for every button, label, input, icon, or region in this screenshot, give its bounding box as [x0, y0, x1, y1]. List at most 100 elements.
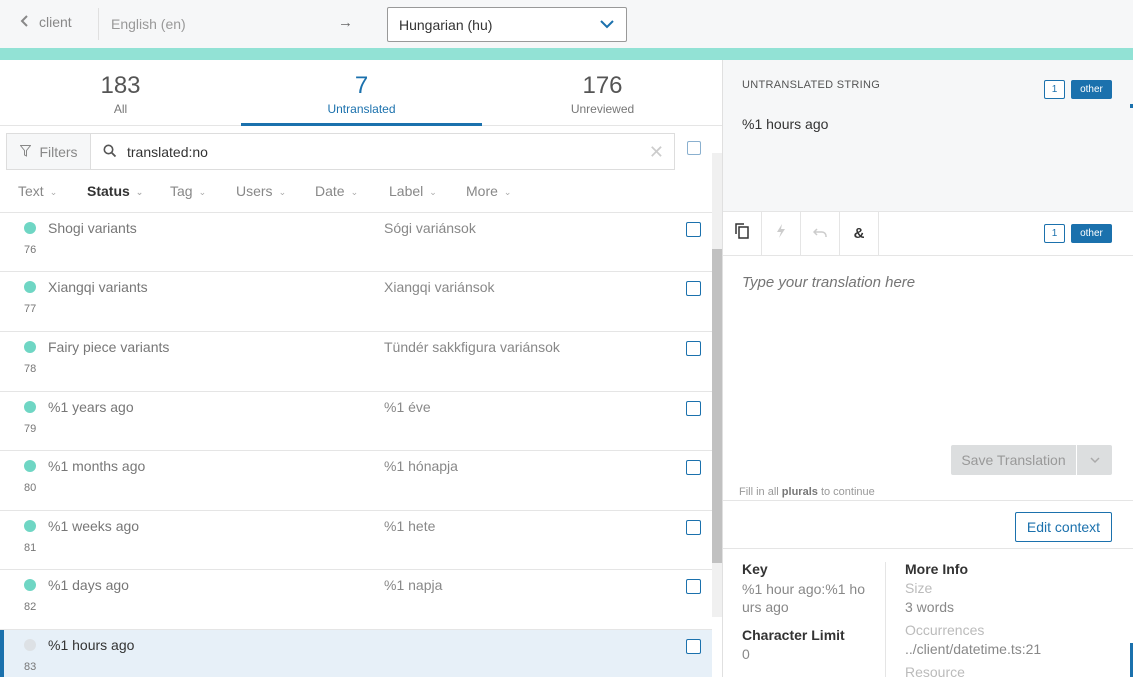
status-dot: [24, 222, 36, 234]
sort-text[interactable]: Text ⌄: [18, 183, 57, 199]
row-checkbox[interactable]: [686, 520, 701, 535]
back-link[interactable]: client: [20, 14, 72, 30]
arrow-right-icon: →: [338, 14, 353, 31]
status-dot: [24, 639, 36, 651]
character-limit-value: 0: [742, 646, 750, 662]
filters-button[interactable]: Filters: [6, 133, 91, 170]
ampersand-icon: &: [853, 225, 865, 242]
translation-text: Xiangqi variánsok: [384, 279, 495, 295]
key-heading: Key: [742, 561, 768, 577]
auto-translate-button[interactable]: [762, 212, 801, 255]
tab-untranslated[interactable]: 7 Untranslated: [241, 60, 482, 126]
tab-unreviewed-label: Unreviewed: [570, 102, 635, 116]
tab-all-label: All: [113, 102, 128, 116]
plural-form-badge[interactable]: other: [1071, 80, 1112, 99]
occurrences-value[interactable]: ../client/datetime.ts:21: [905, 640, 1041, 658]
tab-unreviewed-count: 176: [582, 72, 623, 99]
tab-unreviewed[interactable]: 176 Unreviewed: [482, 60, 723, 126]
select-all-checkbox[interactable]: [687, 141, 701, 155]
list-item[interactable]: %1 months ago %1 hónapja 80: [0, 451, 712, 511]
row-index: 81: [24, 542, 37, 554]
translation-text: Tündér sakkfigura variánsok: [384, 339, 560, 355]
sort-date[interactable]: Date ⌄: [315, 183, 358, 199]
list-scrollbar-thumb[interactable]: [712, 249, 722, 563]
status-dot: [24, 401, 36, 413]
search-box: ✕: [90, 133, 675, 170]
undo-button[interactable]: [801, 212, 840, 255]
size-value: 3 words: [905, 599, 955, 615]
row-checkbox[interactable]: [686, 401, 701, 416]
caret-down-icon: ⌄: [198, 186, 207, 197]
sort-label-label: Label: [389, 183, 424, 199]
plural-form-badge[interactable]: other: [1071, 224, 1112, 243]
plural-number-badge: 1: [1044, 224, 1065, 243]
sort-label[interactable]: Label ⌄: [389, 183, 437, 199]
sort-status[interactable]: Status ⌄: [87, 183, 143, 199]
list-item[interactable]: Fairy piece variants Tündér sakkfigura v…: [0, 332, 712, 392]
more-info-heading: More Info: [905, 561, 968, 577]
tab-untranslated-label: Untranslated: [327, 102, 396, 116]
row-checkbox[interactable]: [686, 639, 701, 654]
editor-pane: UNTRANSLATED STRING 1 other %1 hours ago…: [722, 60, 1133, 677]
undo-icon: [812, 225, 827, 243]
key-value: %1 hour ago:%1 hours ago: [742, 581, 865, 615]
translation-text: %1 éve: [384, 399, 431, 415]
row-index: 83: [24, 661, 37, 673]
tab-all[interactable]: 183 All: [0, 60, 241, 126]
info-divider: [885, 562, 886, 677]
occurrences-label: Occurrences: [905, 622, 985, 638]
chevron-down-icon: [1089, 451, 1100, 469]
row-checkbox[interactable]: [686, 222, 701, 237]
source-text: %1 weeks ago: [48, 518, 140, 534]
translation-input[interactable]: [742, 274, 1112, 291]
editor-toolbar: & 1 other: [723, 212, 1133, 256]
row-checkbox[interactable]: [686, 460, 701, 475]
hint-prefix: Fill in all: [739, 486, 779, 498]
sort-tag-label: Tag: [170, 183, 193, 199]
row-index: 82: [24, 601, 37, 613]
sort-date-label: Date: [315, 183, 345, 199]
status-tabs: 183 All 7 Untranslated 176 Unreviewed: [0, 60, 722, 126]
special-characters-button[interactable]: &: [840, 212, 879, 255]
status-dot: [24, 460, 36, 472]
source-text: %1 months ago: [48, 458, 146, 474]
list-item[interactable]: Xiangqi variants Xiangqi variánsok 77: [0, 272, 712, 332]
caret-down-icon: ⌄: [429, 186, 437, 197]
search-input[interactable]: [127, 142, 627, 162]
row-checkbox[interactable]: [686, 579, 701, 594]
plurals-hint: Fill in all plurals to continue: [739, 486, 875, 498]
string-list-pane: 183 All 7 Untranslated 176 Unreviewed Fi…: [0, 60, 722, 677]
character-limit-heading: Character Limit: [742, 627, 845, 643]
size-label: Size: [905, 580, 933, 596]
chevron-down-icon: [600, 17, 614, 36]
list-item[interactable]: %1 years ago %1 éve 79: [0, 392, 712, 451]
sort-users[interactable]: Users ⌄: [236, 183, 286, 199]
sort-users-label: Users: [236, 183, 273, 199]
list-item-selected[interactable]: %1 hours ago 83: [0, 630, 712, 677]
resource-label: Resource: [905, 664, 965, 677]
copy-source-button[interactable]: [723, 212, 762, 255]
tab-all-count: 183: [100, 72, 141, 99]
progress-accent-bar: [0, 48, 1133, 60]
save-options-dropdown[interactable]: [1077, 445, 1112, 475]
target-language-label: Hungarian (hu): [399, 17, 493, 33]
filter-row: Filters ✕: [0, 126, 722, 173]
clear-search-icon[interactable]: ✕: [649, 142, 664, 163]
sort-more-label: More: [466, 183, 498, 199]
row-index: 80: [24, 482, 37, 494]
context-row: Edit context: [723, 500, 1133, 549]
sort-more[interactable]: More ⌄: [466, 183, 511, 199]
list-item[interactable]: %1 days ago %1 napja 82: [0, 570, 712, 630]
edit-context-button[interactable]: Edit context: [1015, 512, 1112, 542]
caret-down-icon: ⌄: [49, 186, 58, 197]
save-translation-button[interactable]: Save Translation: [951, 445, 1076, 475]
list-item[interactable]: Shogi variants Sógi variánsok 76: [0, 213, 712, 272]
row-checkbox[interactable]: [686, 341, 701, 356]
row-checkbox[interactable]: [686, 281, 701, 296]
status-dot: [24, 520, 36, 532]
source-text: Fairy piece variants: [48, 339, 170, 355]
sort-tag[interactable]: Tag ⌄: [170, 183, 206, 199]
list-item[interactable]: %1 weeks ago %1 hete 81: [0, 511, 712, 570]
copy-icon: [735, 223, 749, 244]
target-language-select[interactable]: Hungarian (hu): [387, 7, 627, 42]
